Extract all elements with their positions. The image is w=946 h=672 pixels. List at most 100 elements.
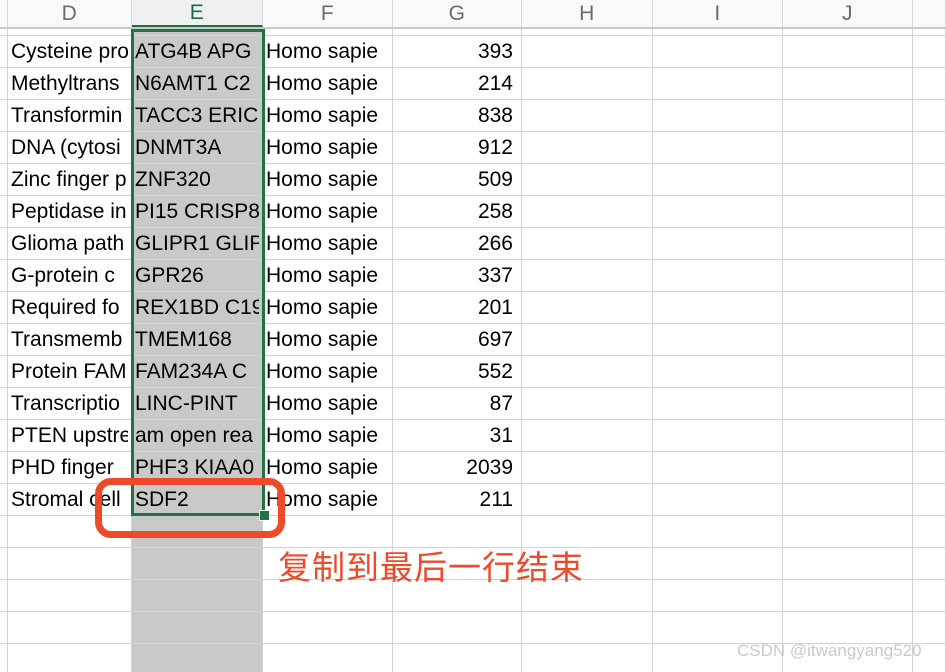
- cell-d[interactable]: Stromal cell: [8, 484, 132, 515]
- cell-k[interactable]: [913, 548, 946, 579]
- cell-j[interactable]: [783, 612, 913, 643]
- cell-i[interactable]: [653, 356, 783, 387]
- cell-f[interactable]: Homo sapie: [263, 260, 393, 291]
- cell-k[interactable]: [913, 612, 946, 643]
- table-row[interactable]: Protein FAM FAM234A C Homo sapie 552: [0, 356, 946, 388]
- cell-g[interactable]: [393, 644, 522, 672]
- cell-c[interactable]: [0, 68, 8, 99]
- cell-c[interactable]: [0, 292, 8, 323]
- cell-i[interactable]: [653, 132, 783, 163]
- cell-c[interactable]: [0, 580, 8, 611]
- cell-h[interactable]: [522, 132, 653, 163]
- cell-j[interactable]: [783, 324, 913, 355]
- table-row[interactable]: Stromal cell SDF2 Homo sapie 211: [0, 484, 946, 516]
- cell-k[interactable]: [913, 452, 946, 483]
- cell-c[interactable]: [0, 228, 8, 259]
- cell-c[interactable]: [0, 516, 8, 547]
- cell-i[interactable]: [653, 228, 783, 259]
- cell-k[interactable]: [913, 164, 946, 195]
- cell-j[interactable]: [783, 516, 913, 547]
- cell-d[interactable]: Methyltrans: [8, 68, 132, 99]
- cell-k[interactable]: [913, 420, 946, 451]
- cell-d[interactable]: Peptidase in: [8, 196, 132, 227]
- cell-f[interactable]: Homo sapie: [263, 196, 393, 227]
- cell-j[interactable]: [783, 388, 913, 419]
- cell-j[interactable]: [783, 100, 913, 131]
- cell-d[interactable]: [8, 580, 132, 611]
- cell-g[interactable]: [393, 29, 522, 35]
- cell-i[interactable]: [653, 548, 783, 579]
- cell-f[interactable]: Homo sapie: [263, 452, 393, 483]
- cell-h[interactable]: [522, 292, 653, 323]
- cell-j[interactable]: [783, 548, 913, 579]
- cell-j[interactable]: [783, 484, 913, 515]
- table-row[interactable]: Required fo REX1BD C19 Homo sapie 201: [0, 292, 946, 324]
- cell-f[interactable]: Homo sapie: [263, 100, 393, 131]
- cell-k[interactable]: [913, 132, 946, 163]
- cell-i[interactable]: [653, 324, 783, 355]
- cell-d[interactable]: [8, 516, 132, 547]
- cell-c[interactable]: [0, 324, 8, 355]
- cell-g[interactable]: 393: [393, 36, 522, 67]
- cell-d[interactable]: PTEN upstre: [8, 420, 132, 451]
- cell-h[interactable]: [522, 29, 653, 35]
- cell-i[interactable]: [653, 29, 783, 35]
- cell-e[interactable]: [132, 644, 263, 672]
- cell-f[interactable]: [263, 644, 393, 672]
- cell-d[interactable]: Required fo: [8, 292, 132, 323]
- cell-f[interactable]: Homo sapie: [263, 164, 393, 195]
- cell-k[interactable]: [913, 292, 946, 323]
- cell-h[interactable]: [522, 484, 653, 515]
- cell-d[interactable]: Zinc finger p: [8, 164, 132, 195]
- cell-i[interactable]: [653, 100, 783, 131]
- column-header-d[interactable]: D: [8, 0, 132, 27]
- cell-c[interactable]: [0, 196, 8, 227]
- cell-h[interactable]: [522, 324, 653, 355]
- cell-k[interactable]: [913, 100, 946, 131]
- column-header-g[interactable]: G: [393, 0, 522, 27]
- column-header-h[interactable]: H: [522, 0, 653, 27]
- cell-e[interactable]: [132, 612, 263, 643]
- cell-h[interactable]: [522, 612, 653, 643]
- cell-k[interactable]: [913, 324, 946, 355]
- cell-k[interactable]: [913, 196, 946, 227]
- cell-j[interactable]: [783, 452, 913, 483]
- cell-d[interactable]: Transcriptio: [8, 388, 132, 419]
- cell-c[interactable]: [0, 452, 8, 483]
- column-header-e[interactable]: E: [132, 0, 263, 27]
- cell-j[interactable]: [783, 36, 913, 67]
- table-row[interactable]: [0, 612, 946, 644]
- table-row[interactable]: Peptidase in PI15 CRISP8 Homo sapie 258: [0, 196, 946, 228]
- table-row[interactable]: Transmemb TMEM168 Homo sapie 697: [0, 324, 946, 356]
- cell-i[interactable]: [653, 612, 783, 643]
- cell-h[interactable]: [522, 356, 653, 387]
- cell-d[interactable]: [8, 548, 132, 579]
- cell-e[interactable]: PHF3 KIAA0: [132, 452, 263, 483]
- cell-h[interactable]: [522, 164, 653, 195]
- cell-f[interactable]: Homo sapie: [263, 484, 393, 515]
- cell-g[interactable]: 214: [393, 68, 522, 99]
- cell-c[interactable]: [0, 612, 8, 643]
- cell-c[interactable]: [0, 132, 8, 163]
- cell-d[interactable]: [8, 612, 132, 643]
- cell-h[interactable]: [522, 100, 653, 131]
- cell-c[interactable]: [0, 388, 8, 419]
- cell-j[interactable]: [783, 580, 913, 611]
- cell-e[interactable]: [132, 580, 263, 611]
- cell-e[interactable]: DNMT3A: [132, 132, 263, 163]
- table-row[interactable]: Zinc finger p ZNF320 Homo sapie 509: [0, 164, 946, 196]
- cell-c[interactable]: [0, 548, 8, 579]
- table-row[interactable]: Cysteine pro ATG4B APG Homo sapie 393: [0, 36, 946, 68]
- cell-i[interactable]: [653, 484, 783, 515]
- cell-e[interactable]: ATG4B APG: [132, 36, 263, 67]
- cell-c[interactable]: [0, 644, 8, 672]
- cell-h[interactable]: [522, 452, 653, 483]
- cell-f[interactable]: Homo sapie: [263, 420, 393, 451]
- cell-c[interactable]: [0, 260, 8, 291]
- cell-g[interactable]: 266: [393, 228, 522, 259]
- cell-d[interactable]: Transformin: [8, 100, 132, 131]
- cell-c[interactable]: [0, 100, 8, 131]
- cell-i[interactable]: [653, 388, 783, 419]
- cell-j[interactable]: [783, 29, 913, 35]
- cell-e[interactable]: SDF2: [132, 484, 263, 515]
